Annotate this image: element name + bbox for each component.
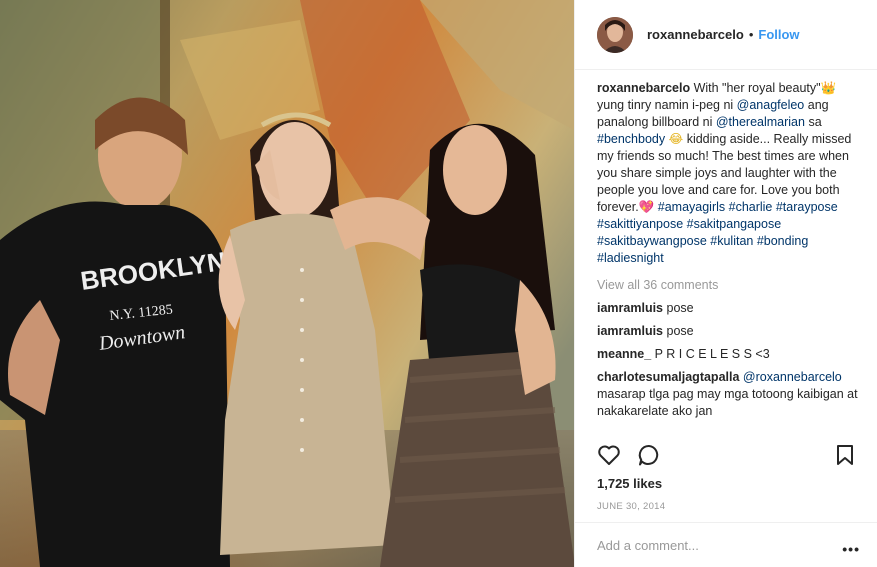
comment-item: iamramluis pose: [597, 323, 865, 340]
comment-username[interactable]: iamramluis: [597, 301, 663, 315]
comment-item: charlotesumaljagtapalla @roxannebarcelo …: [597, 369, 865, 420]
comment-username[interactable]: charlotesumaljagtapalla: [597, 370, 739, 384]
avatar-image: [597, 16, 633, 53]
comments-list: roxannebarcelo With "her royal beauty"👑 …: [597, 80, 865, 420]
photo-illustration: BROOKLYN N.Y. 11285 Downtown: [0, 0, 574, 567]
crown-emoji: 👑: [820, 81, 837, 95]
comment-text: pose: [663, 301, 694, 315]
heart-emoji: 💖: [638, 200, 655, 214]
view-all-comments-link[interactable]: View all 36 comments: [597, 277, 865, 294]
post-date: JUNE 30, 2014: [597, 501, 666, 512]
mention-link[interactable]: @therealmarian: [716, 115, 805, 129]
post-photo[interactable]: BROOKLYN N.Y. 11285 Downtown: [0, 0, 574, 567]
post-sidebar: roxannebarcelo • Follow roxannebarcelo W…: [574, 0, 877, 567]
comment-item: iamramluis pose: [597, 300, 865, 317]
comment-bubble-icon[interactable]: [637, 443, 661, 467]
mention-link[interactable]: @roxannebarcelo: [739, 370, 842, 384]
follow-button[interactable]: Follow: [758, 27, 799, 42]
likes-count[interactable]: 1,725 likes: [597, 476, 662, 491]
post-header: roxannebarcelo • Follow: [575, 0, 877, 70]
add-comment-bar: •••: [575, 522, 877, 567]
caption-text-1: With "her royal beauty": [690, 81, 821, 95]
avatar[interactable]: [597, 16, 633, 53]
more-options-icon[interactable]: •••: [842, 541, 860, 557]
laugh-emoji: 😂: [668, 132, 684, 146]
post-caption: roxannebarcelo With "her royal beauty"👑 …: [597, 80, 865, 267]
bookmark-icon[interactable]: [833, 443, 857, 467]
comment-text: masarap tlga pag may mga totoong kaibiga…: [597, 387, 858, 418]
comment-text: pose: [663, 324, 694, 338]
caption-text-2: yung tinry namin i-peg ni: [597, 98, 737, 112]
post-actions: [597, 443, 857, 469]
mention-link[interactable]: @anagfeleo: [737, 98, 805, 112]
comment-item: meanne_ P R I C E L E S S <3: [597, 346, 865, 363]
comment-text: P R I C E L E S S <3: [651, 347, 770, 361]
header-username[interactable]: roxannebarcelo: [647, 27, 744, 42]
caption-text-4: sa: [804, 115, 822, 129]
hashtag-link[interactable]: #benchbody: [597, 132, 665, 146]
instagram-post: BROOKLYN N.Y. 11285 Downtown roxannebarc…: [0, 0, 877, 567]
comment-username[interactable]: iamramluis: [597, 324, 663, 338]
header-separator: •: [748, 27, 754, 42]
comment-username[interactable]: meanne_: [597, 347, 651, 361]
caption-username[interactable]: roxannebarcelo: [597, 81, 690, 95]
add-comment-input[interactable]: [597, 537, 827, 553]
heart-outline-icon[interactable]: [597, 443, 621, 467]
